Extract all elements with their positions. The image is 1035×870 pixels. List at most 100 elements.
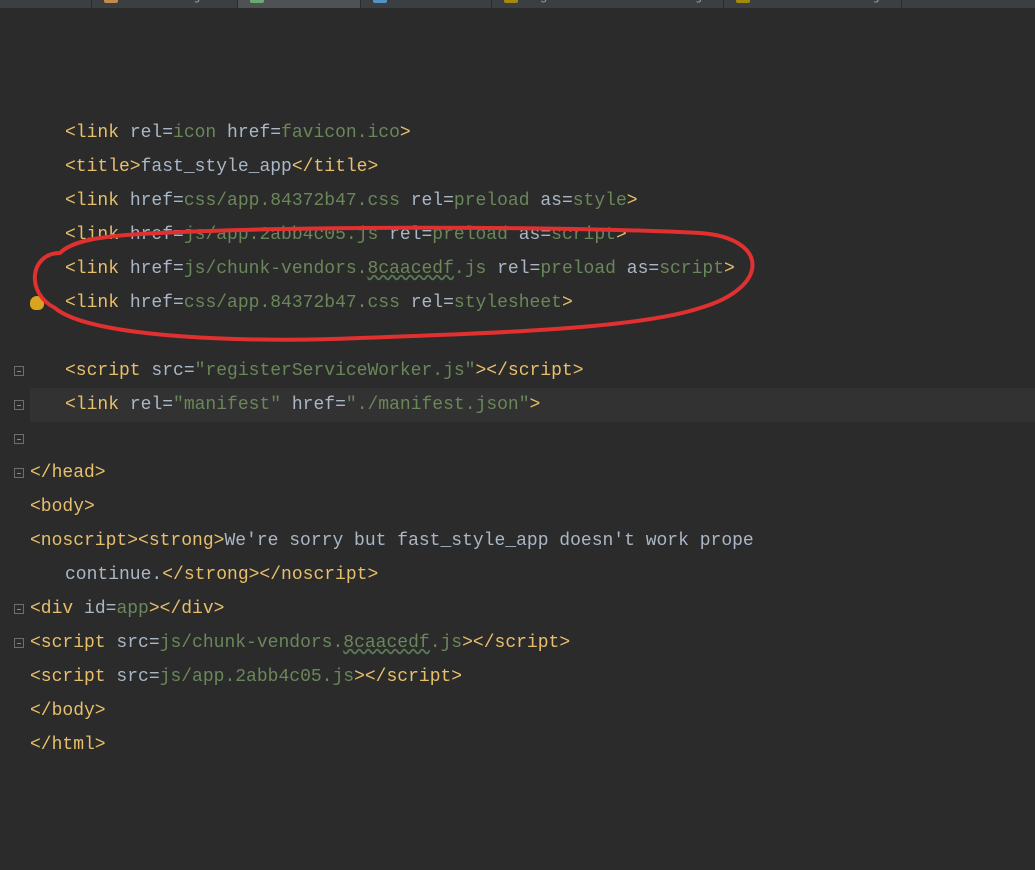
code-editor[interactable]: <link rel=icon href=favicon.ico><title>f… — [0, 8, 1035, 864]
code-line[interactable]: <script src=js/chunk-vendors.8caacedf.js… — [30, 626, 1035, 660]
code-token: </body> — [30, 701, 106, 721]
html-file-icon — [250, 0, 264, 3]
code-token: = — [443, 191, 454, 211]
code-token: ></script> — [462, 633, 570, 653]
code-token: js/app.2abb4c05.js — [184, 225, 389, 245]
code-token: js/app.2abb4c05.js — [160, 667, 354, 687]
code-line[interactable]: <noscript><strong>We're sorry but fast_s… — [30, 524, 1035, 558]
ico-file-icon — [373, 0, 387, 3]
code-line[interactable]: </body> — [30, 694, 1035, 728]
code-token: = — [149, 667, 160, 687]
code-line[interactable] — [30, 320, 1035, 354]
code-token: <link — [65, 293, 130, 313]
code-token: = — [173, 191, 184, 211]
code-token: "registerServiceWorker.js" — [195, 361, 476, 381]
tab-manifest-json[interactable]: manifest.json — [92, 0, 238, 8]
code-token: = — [184, 361, 195, 381]
code-token: js/chunk-vendors. — [184, 259, 368, 279]
code-token: <script — [65, 361, 151, 381]
code-token: > — [562, 293, 573, 313]
code-line[interactable]: <link href=css/app.84372b47.css rel=styl… — [30, 286, 1035, 320]
lightbulb-hint-icon[interactable] — [30, 296, 44, 310]
code-token: href — [130, 225, 173, 245]
code-token: > — [616, 225, 627, 245]
code-token: continue. — [65, 565, 162, 585]
code-token: = — [443, 293, 454, 313]
code-line[interactable]: <link href=js/chunk-vendors.8caacedf.js … — [30, 252, 1035, 286]
code-token: = — [648, 259, 659, 279]
code-lines: <link rel=icon href=favicon.ico><title>f… — [0, 116, 1035, 762]
code-token: = — [335, 395, 346, 415]
code-line[interactable]: continue.</strong></noscript> — [30, 558, 1035, 592]
code-line[interactable]: <title>fast_style_app</title> — [30, 150, 1035, 184]
code-line[interactable]: </html> — [30, 728, 1035, 762]
code-line[interactable] — [30, 422, 1035, 456]
code-token: = — [421, 225, 432, 245]
code-line[interactable]: <link rel=icon href=favicon.ico> — [30, 116, 1035, 150]
code-token: = — [530, 259, 541, 279]
code-token: rel — [130, 395, 162, 415]
code-token: script — [659, 259, 724, 279]
code-token: as — [627, 259, 649, 279]
code-line[interactable]: </head> — [30, 456, 1035, 490]
fold-toggle-icon[interactable] — [14, 434, 24, 444]
code-token: > — [724, 259, 735, 279]
code-token: rel — [497, 259, 529, 279]
code-token: ></script> — [476, 361, 584, 381]
code-token: .js — [430, 633, 462, 653]
code-token: css/app.84372b47.css — [184, 293, 411, 313]
code-token: <link — [65, 225, 130, 245]
code-token: preload — [454, 191, 540, 211]
code-token: = — [540, 225, 551, 245]
code-line[interactable]: <script src=js/app.2abb4c05.js></script> — [30, 660, 1035, 694]
code-token: preload — [540, 259, 626, 279]
code-token: > — [627, 191, 638, 211]
code-line[interactable]: <link href=css/app.84372b47.css rel=prel… — [30, 184, 1035, 218]
fold-toggle-icon[interactable] — [14, 638, 24, 648]
js-file-icon — [504, 0, 518, 3]
code-token: id — [84, 599, 106, 619]
fold-toggle-icon[interactable] — [14, 366, 24, 376]
tab-registerServiceWorker-js[interactable]: registerServiceWorker.js — [492, 0, 724, 8]
code-token: We're sorry but fast_style_app doesn't w… — [224, 531, 753, 551]
code-token: <body> — [30, 497, 95, 517]
code-token: "./manifest.json" — [346, 395, 530, 415]
tab-label: ...css — [32, 0, 79, 4]
code-line[interactable]: <div id=app></div> — [30, 592, 1035, 626]
code-token: <link — [65, 123, 130, 143]
js-file-icon — [736, 0, 750, 3]
tab-favicon-ico[interactable]: favicon.ico — [361, 0, 492, 8]
code-token: rel — [130, 123, 162, 143]
tab-service-worker-js[interactable]: service-worker.js — [724, 0, 902, 8]
tab-bar: ...css manifest.json index.htmlfavicon.ico… — [0, 0, 1035, 8]
code-token: src — [116, 633, 148, 653]
tab-label: manifest.json — [124, 0, 225, 4]
code-token: as — [540, 191, 562, 211]
code-token: stylesheet — [454, 293, 562, 313]
code-token: = — [106, 599, 117, 619]
tab-index-html[interactable]: index.html — [238, 0, 361, 8]
fold-toggle-icon[interactable] — [14, 468, 24, 478]
code-token: style — [573, 191, 627, 211]
tab--css[interactable]: ...css — [0, 0, 92, 8]
code-token: href — [130, 259, 173, 279]
code-line[interactable]: <link rel="manifest" href="./manifest.js… — [30, 388, 1035, 422]
code-line[interactable]: <body> — [30, 490, 1035, 524]
code-token: 8caacedf — [343, 633, 429, 653]
code-token: = — [562, 191, 573, 211]
gutter — [0, 14, 28, 870]
code-token: <script — [30, 667, 116, 687]
code-line[interactable]: <link href=js/app.2abb4c05.js rel=preloa… — [30, 218, 1035, 252]
code-token: <noscript><strong> — [30, 531, 224, 551]
fold-toggle-icon[interactable] — [14, 604, 24, 614]
fold-toggle-icon[interactable] — [14, 400, 24, 410]
code-token: "manifest" — [173, 395, 292, 415]
code-token: src — [151, 361, 183, 381]
code-line[interactable]: <script src="registerServiceWorker.js"><… — [30, 354, 1035, 388]
tab-label: service-worker.js — [756, 0, 889, 4]
code-token: = — [173, 293, 184, 313]
code-token: </html> — [30, 735, 106, 755]
code-token: = — [162, 123, 173, 143]
tab-label: registerServiceWorker.js — [524, 0, 711, 4]
code-token: favicon.ico — [281, 123, 400, 143]
